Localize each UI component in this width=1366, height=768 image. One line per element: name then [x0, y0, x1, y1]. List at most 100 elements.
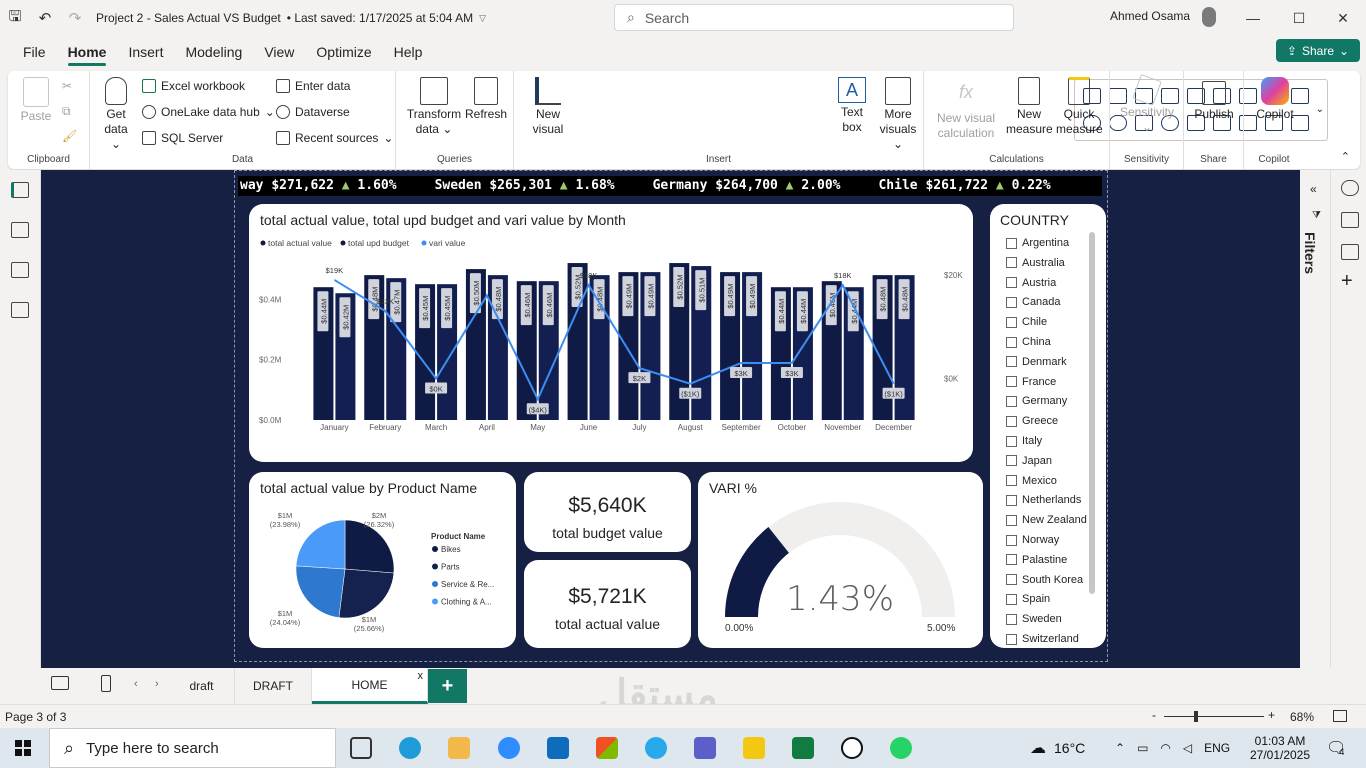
tab-draft-upper[interactable]: DRAFT: [235, 668, 312, 704]
checkbox[interactable]: [1006, 554, 1017, 566]
telegram-icon[interactable]: [645, 737, 667, 759]
add-pane-icon[interactable]: +: [1341, 270, 1353, 293]
slicer-item[interactable]: Japan: [1006, 455, 1052, 467]
checkbox[interactable]: [1006, 574, 1017, 586]
undo-icon[interactable]: ↶: [30, 0, 60, 36]
menu-item-insert[interactable]: Insert: [128, 36, 163, 68]
language-indicator[interactable]: ENG: [1204, 741, 1230, 755]
pie-legend-label[interactable]: Parts: [441, 563, 460, 572]
close-button[interactable]: ✕: [1320, 0, 1366, 36]
user-name[interactable]: Ahmed Osama: [1110, 9, 1190, 23]
checkbox[interactable]: [1006, 494, 1017, 506]
tab-home[interactable]: HOME x: [312, 668, 428, 704]
teams-icon[interactable]: [694, 737, 716, 759]
slicer-item[interactable]: Palastine: [1006, 554, 1067, 566]
dax-query-view-icon[interactable]: [11, 302, 29, 318]
slicer-item[interactable]: Italy: [1006, 435, 1042, 447]
more-visuals-button[interactable]: More visuals ⌄: [876, 77, 920, 152]
checkbox[interactable]: [1006, 296, 1017, 308]
notifications-button[interactable]: 🗨 4: [1326, 728, 1346, 768]
enter-data-button[interactable]: Enter data: [276, 79, 350, 93]
slicer-item[interactable]: China: [1006, 336, 1051, 348]
checkbox[interactable]: [1006, 593, 1017, 605]
menu-item-home[interactable]: Home: [67, 36, 106, 68]
slicer-item[interactable]: Spain: [1006, 593, 1050, 605]
checkbox[interactable]: [1006, 455, 1017, 467]
menu-item-modeling[interactable]: Modeling: [185, 36, 242, 68]
pie-legend-label[interactable]: Service & Re...: [441, 580, 494, 589]
actual-kpi-card[interactable]: $5,721K total actual value: [524, 560, 691, 648]
slicer-item[interactable]: New Zealand: [1006, 514, 1087, 526]
pie-legend-label[interactable]: Clothing & A...: [441, 598, 492, 607]
chatgpt-icon[interactable]: [841, 737, 863, 759]
search-input[interactable]: ⌕ Search: [614, 4, 1014, 31]
gallery-expand-icon[interactable]: ⌄: [1316, 104, 1324, 115]
slicer-item[interactable]: France: [1006, 376, 1056, 388]
zoom-in-icon[interactable]: +: [1268, 708, 1275, 722]
month-combo-chart-card[interactable]: total actual value, total upd budget and…: [249, 204, 973, 462]
tab-draft[interactable]: draft: [169, 668, 235, 704]
volume-icon[interactable]: ◁: [1183, 741, 1192, 755]
checkbox[interactable]: [1006, 257, 1017, 269]
quick-measure-button[interactable]: Quick measure: [1056, 77, 1103, 137]
checkbox[interactable]: [1006, 395, 1017, 407]
cut-icon[interactable]: ✂: [62, 79, 72, 93]
weather-widget[interactable]: ☁ 16°C: [1030, 728, 1085, 768]
budget-kpi-card[interactable]: $5,640K total budget value: [524, 472, 691, 552]
slicer-item[interactable]: Germany: [1006, 395, 1067, 407]
new-visual-button[interactable]: New visual: [528, 77, 568, 137]
copilot-button[interactable]: Copilot: [1250, 77, 1300, 122]
new-measure-button[interactable]: New measure: [1006, 77, 1053, 137]
checkbox[interactable]: [1006, 277, 1017, 289]
slicer-item[interactable]: Netherlands: [1006, 494, 1081, 506]
slicer-item[interactable]: Denmark: [1006, 356, 1067, 368]
get-data-button[interactable]: Get data ⌄: [98, 77, 134, 152]
maximize-button[interactable]: ☐: [1276, 0, 1322, 36]
chevron-up-icon[interactable]: ⌃: [1115, 741, 1125, 755]
slicer-item[interactable]: Norway: [1006, 534, 1059, 546]
chevron-down-icon[interactable]: ▽: [479, 13, 486, 24]
desktop-layout-icon[interactable]: [51, 676, 69, 690]
zoom-slider-thumb[interactable]: [1194, 711, 1198, 722]
refresh-button[interactable]: Refresh: [464, 77, 508, 122]
whatsapp-icon[interactable]: [890, 737, 912, 759]
store-icon[interactable]: [596, 737, 618, 759]
zoom-app-icon[interactable]: [498, 737, 520, 759]
menu-item-help[interactable]: Help: [394, 36, 423, 68]
file-explorer-icon[interactable]: [448, 737, 470, 759]
clock[interactable]: 01:03 AM 27/01/2025: [1250, 728, 1310, 768]
checkbox[interactable]: [1006, 376, 1017, 388]
checkbox[interactable]: [1006, 514, 1017, 526]
checkbox[interactable]: [1006, 356, 1017, 368]
format-painter-icon[interactable]: 🖌: [62, 129, 77, 143]
battery-icon[interactable]: ▭: [1137, 741, 1148, 755]
slicer-item[interactable]: Chile: [1006, 316, 1047, 328]
product-pie-card[interactable]: total actual value by Product Name $2M (2…: [249, 472, 516, 648]
report-view-icon[interactable]: [11, 182, 29, 198]
taskbar-search[interactable]: ⌕ Type here to search: [49, 728, 336, 768]
model-view-icon[interactable]: [11, 262, 29, 278]
wifi-icon[interactable]: ◠: [1160, 741, 1170, 755]
menu-item-optimize[interactable]: Optimize: [316, 36, 371, 68]
menu-item-file[interactable]: File: [23, 36, 46, 68]
mobile-layout-icon[interactable]: [101, 675, 111, 692]
share-button[interactable]: ⇪ Share ⌄: [1276, 39, 1360, 62]
save-icon[interactable]: 🖫: [0, 0, 30, 36]
checkbox[interactable]: [1006, 316, 1017, 328]
checkbox[interactable]: [1006, 633, 1017, 645]
pie-slice[interactable]: [295, 519, 346, 570]
slicer-item[interactable]: Canada: [1006, 296, 1061, 308]
vari-gauge-card[interactable]: VARI % 1.43% 0.00% 5.00%: [698, 472, 983, 648]
checkbox[interactable]: [1006, 613, 1017, 625]
prev-page-icon[interactable]: ‹: [134, 678, 138, 690]
power-bi-icon[interactable]: [743, 737, 765, 759]
slicer-scrollbar[interactable]: [1089, 232, 1095, 594]
excel-app-icon[interactable]: [792, 737, 814, 759]
excel-workbook-button[interactable]: Excel workbook: [142, 79, 245, 93]
outlook-icon[interactable]: [547, 737, 569, 759]
zoom-slider[interactable]: [1164, 716, 1264, 717]
transform-data-button[interactable]: Transform data ⌄: [406, 77, 462, 137]
task-view-icon[interactable]: [350, 737, 372, 759]
onelake-button[interactable]: OneLake data hub ⌄: [142, 105, 275, 119]
filters-pane-collapsed[interactable]: « ⧩ Filters: [1300, 170, 1330, 668]
